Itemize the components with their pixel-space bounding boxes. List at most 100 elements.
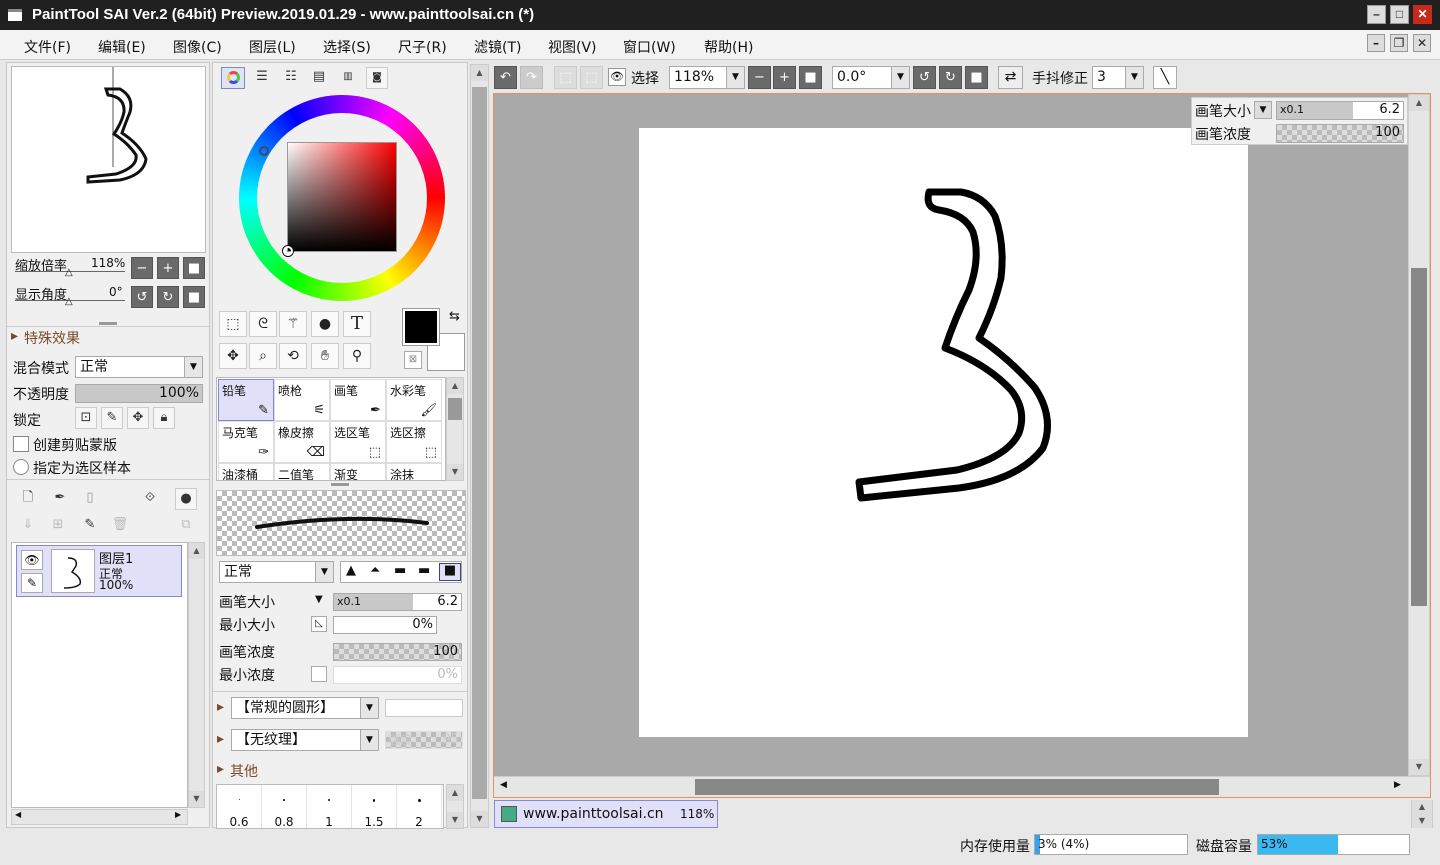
density-slider[interactable]: 100 bbox=[333, 643, 462, 661]
brush-slot[interactable]: 喷枪 ⚟ bbox=[274, 379, 330, 421]
canvas-hscrollbar[interactable]: ◀ ▶ bbox=[494, 776, 1430, 797]
rotate-right-button[interactable]: ↻ bbox=[157, 286, 179, 308]
opacity-slider[interactable]: 100% bbox=[75, 384, 203, 403]
zoom-in-button[interactable]: + bbox=[157, 257, 179, 279]
overlay-density-slider[interactable]: 100 bbox=[1276, 124, 1404, 143]
zoom-reset-button[interactable]: ■ bbox=[183, 257, 205, 279]
eye-icon[interactable]: 👁︎ bbox=[21, 550, 43, 570]
brush-mode-select[interactable]: 正常 ▼ bbox=[219, 561, 334, 583]
other-label[interactable]: 其他 bbox=[230, 761, 258, 781]
close-button[interactable]: ✕ bbox=[1413, 5, 1432, 24]
zoom-icon[interactable]: ⌕ bbox=[249, 343, 277, 369]
canvas-vscrollbar[interactable]: ▲ ▼ bbox=[1408, 94, 1430, 776]
edge-soft-icon[interactable]: ▲ bbox=[346, 563, 356, 578]
scroll-thumb[interactable] bbox=[448, 398, 462, 420]
deselect-button[interactable]: ⬚ bbox=[554, 66, 577, 89]
saturation-value-square[interactable] bbox=[287, 142, 397, 252]
canvas-angle-select[interactable]: 0.0° ▼ bbox=[832, 66, 910, 89]
canvas-zoom-reset-button[interactable]: ■ bbox=[799, 66, 822, 89]
scroll-down-icon[interactable]: ▼ bbox=[447, 812, 463, 828]
scroll-thumb[interactable] bbox=[1411, 268, 1427, 606]
scroll-down-icon[interactable]: ▼ bbox=[1412, 814, 1432, 828]
brush-slot[interactable]: 画笔 ✒ bbox=[330, 379, 386, 421]
menu-help[interactable]: 帮助(H) bbox=[704, 37, 753, 57]
brush-slot[interactable]: 涂抹☝ bbox=[386, 463, 442, 480]
layer-effect-icon[interactable]: ⟐ bbox=[137, 488, 163, 510]
scroll-thumb[interactable] bbox=[695, 779, 1219, 795]
layer-list-scrollbar[interactable]: ▲ ▼ bbox=[188, 542, 205, 808]
min-size-slider[interactable]: 0% bbox=[333, 616, 437, 634]
brush-shape-select[interactable]: 【常规的圆形】 ▼ bbox=[231, 697, 379, 719]
doc-restore-button[interactable]: ❐ bbox=[1390, 34, 1408, 52]
stabilizer-select[interactable]: 3 ▼ bbox=[1092, 66, 1144, 89]
size-preset[interactable]: 0.6 bbox=[217, 785, 262, 828]
effects-label[interactable]: 特殊效果 bbox=[24, 328, 80, 348]
canvas-rotate-reset-button[interactable]: ■ bbox=[965, 66, 988, 89]
canvas-tab[interactable]: www.painttoolsai.cn 118% bbox=[494, 800, 718, 828]
scroll-up-icon[interactable]: ▲ bbox=[1412, 800, 1432, 814]
menu-view[interactable]: 视图(V) bbox=[548, 37, 597, 57]
size-preset[interactable]: 0.8 bbox=[262, 785, 307, 828]
brush-slot[interactable]: 铅笔 ✎ bbox=[218, 379, 274, 421]
scroll-right-icon[interactable]: ▶ bbox=[1394, 780, 1401, 790]
edge-hard-icon[interactable]: ▬ bbox=[394, 563, 406, 578]
invert-selection-button[interactable]: ⬚ bbox=[580, 66, 603, 89]
canvas-rotate-left-button[interactable]: ↺ bbox=[913, 66, 936, 89]
scroll-thumb[interactable] bbox=[472, 87, 487, 799]
hue-handle[interactable] bbox=[259, 146, 269, 156]
scroll-down-icon[interactable]: ▼ bbox=[189, 791, 204, 807]
shape-expand-icon[interactable]: ▸ bbox=[217, 699, 224, 715]
scroll-down-icon[interactable]: ▼ bbox=[1409, 759, 1429, 775]
lasso-icon[interactable]: ᘓ bbox=[249, 311, 277, 337]
scroll-up-icon[interactable]: ▲ bbox=[447, 785, 463, 801]
new-layer-icon[interactable]: 🗋︎ bbox=[17, 488, 39, 510]
effects-expand-icon[interactable]: ▸ bbox=[11, 328, 18, 344]
lock-all-icon[interactable]: 🔒︎ bbox=[153, 407, 175, 429]
brush-slot[interactable]: 马克笔 ✑ bbox=[218, 421, 274, 463]
text-icon[interactable]: T bbox=[343, 311, 371, 337]
brush-slot[interactable]: 水彩笔 🖌︎ bbox=[386, 379, 442, 421]
scroll-up-icon[interactable]: ▲ bbox=[471, 65, 488, 81]
scroll-up-icon[interactable]: ▲ bbox=[1409, 95, 1429, 111]
size-presets-scrollbar[interactable]: ▲ ▼ bbox=[446, 784, 464, 829]
redo-button[interactable]: ↷ bbox=[520, 66, 543, 89]
new-folder-icon[interactable]: ▯ bbox=[79, 488, 101, 510]
menu-filter[interactable]: 滤镜(T) bbox=[474, 37, 521, 57]
lock-transparency-icon[interactable]: ⊡ bbox=[75, 407, 97, 429]
size-preset[interactable]: 2 bbox=[397, 785, 442, 828]
brush-slot[interactable]: 渐变▦ bbox=[330, 463, 386, 480]
swatches-tab-icon[interactable]: ▤ bbox=[307, 67, 331, 89]
brush-grid-scrollbar[interactable]: ▲ ▼ bbox=[446, 377, 464, 481]
size-preset[interactable]: 1 bbox=[307, 785, 352, 828]
scroll-up-icon[interactable]: ▲ bbox=[447, 378, 463, 394]
apply-mask-icon[interactable]: ⧉ bbox=[175, 515, 197, 537]
sample-radio[interactable] bbox=[13, 459, 29, 475]
menu-image[interactable]: 图像(C) bbox=[173, 37, 222, 57]
eyedropper-icon[interactable]: ⚲ bbox=[343, 343, 371, 369]
pressure-icon[interactable]: ◺ bbox=[311, 616, 327, 632]
preview-tab-icon[interactable]: ◙ bbox=[366, 67, 388, 89]
canvas-zoom-select[interactable]: 118% ▼ bbox=[669, 66, 745, 89]
zoom-out-button[interactable]: − bbox=[131, 257, 153, 279]
lock-paint-icon[interactable]: ✎ bbox=[101, 407, 123, 429]
shape-icon[interactable]: ● bbox=[311, 311, 339, 337]
selection-visibility-icon[interactable]: 👁︎ bbox=[608, 68, 626, 86]
scratchpad-tab-icon[interactable]: ▥ bbox=[336, 67, 360, 89]
scroll-right-icon[interactable]: ▶ bbox=[175, 810, 181, 819]
edge-hardest-icon[interactable]: ■ bbox=[439, 563, 461, 581]
transfer-icon[interactable]: ⊞ bbox=[47, 515, 69, 537]
panel-splitter[interactable] bbox=[331, 483, 349, 486]
size-dropdown-icon[interactable]: ▼ bbox=[315, 594, 323, 605]
swap-colors-icon[interactable]: ⇆ bbox=[449, 309, 460, 324]
rotate-left-button[interactable]: ↺ bbox=[131, 286, 153, 308]
canvas-viewport[interactable]: 画笔大小 ▼ x0.1 6.2 画笔浓度 100 ▲ ▼ ◀ ▶ bbox=[493, 93, 1431, 798]
scroll-left-icon[interactable]: ◀ bbox=[15, 810, 21, 819]
chevron-down-icon[interactable]: ▼ bbox=[1254, 101, 1272, 119]
rgb-slider-tab-icon[interactable]: ☰ bbox=[250, 67, 274, 89]
brush-size-slider[interactable]: x0.1 6.2 bbox=[333, 593, 462, 611]
overlay-size-slider[interactable]: x0.1 6.2 bbox=[1276, 101, 1404, 120]
line-tool-icon[interactable]: ╲ bbox=[1153, 66, 1177, 89]
brush-slot[interactable]: 选区笔 ⬚ bbox=[330, 421, 386, 463]
sv-handle[interactable] bbox=[283, 246, 293, 256]
flip-horizontal-icon[interactable]: ⇄ bbox=[998, 66, 1023, 89]
